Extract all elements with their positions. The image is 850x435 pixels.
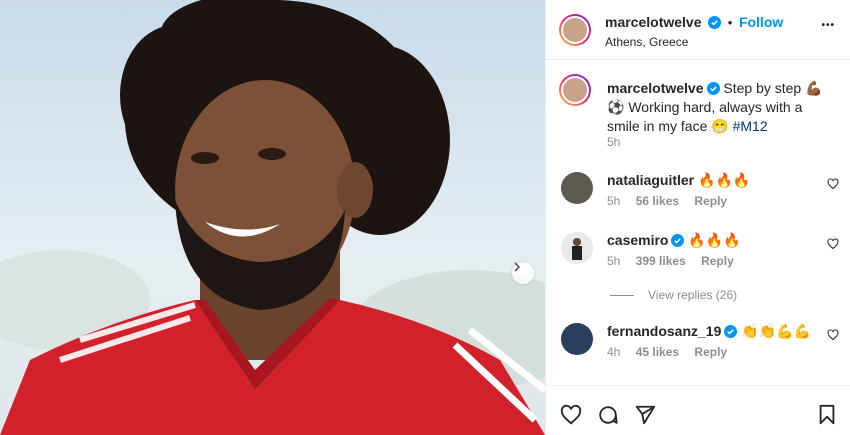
caption-hashtag[interactable]: #M12 [733, 118, 768, 134]
avatar-image [572, 238, 582, 260]
comment-text: 🔥🔥🔥 [698, 172, 751, 188]
follow-button[interactable]: Follow [739, 14, 783, 30]
comment-time[interactable]: 5h [607, 194, 620, 208]
comment-meta: 4h 45 likes Reply [607, 345, 739, 359]
post-media[interactable] [0, 0, 545, 435]
comment-body: nataliaguitler 🔥🔥🔥 [607, 172, 750, 189]
heart-icon[interactable] [827, 178, 839, 190]
comment-username[interactable]: fernandosanz_19 [607, 323, 721, 339]
author-avatar[interactable] [559, 14, 591, 46]
comment-likes[interactable]: 45 likes [636, 345, 679, 359]
heart-icon[interactable] [827, 238, 839, 250]
comment-username[interactable]: casemiro [607, 232, 668, 248]
caption: marcelotwelve Step by step 💪🏾⚽ Working h… [607, 79, 832, 136]
caption-avatar[interactable] [559, 74, 591, 106]
comment-likes[interactable]: 399 likes [636, 254, 686, 268]
view-replies-label: View replies (26) [648, 288, 738, 302]
caption-time[interactable]: 5h [607, 135, 620, 149]
comment-text: 🔥🔥🔥 [688, 232, 741, 248]
commenter-avatar[interactable] [561, 232, 593, 264]
heart-icon[interactable] [827, 329, 839, 341]
comment-time[interactable]: 5h [607, 254, 620, 268]
post-photo [0, 0, 545, 435]
comment-meta: 5h 399 likes Reply [607, 254, 746, 268]
commenter-avatar[interactable] [561, 172, 593, 204]
author-username[interactable]: marcelotwelve [605, 14, 702, 30]
comment-body: fernandosanz_19 👏👏💪💪 [607, 323, 811, 340]
next-media-button[interactable] [512, 262, 534, 284]
caption-username[interactable]: marcelotwelve [607, 80, 704, 96]
comment-reply-button[interactable]: Reply [694, 345, 727, 359]
replies-divider [610, 295, 634, 297]
separator-dot: • [727, 15, 733, 30]
heart-icon[interactable] [560, 404, 582, 426]
comment-time[interactable]: 4h [607, 345, 620, 359]
comment-username[interactable]: nataliaguitler [607, 172, 694, 188]
more-options-icon[interactable]: ••• [821, 20, 835, 31]
view-replies-button[interactable]: View replies (26) [610, 288, 737, 302]
verified-badge-icon [724, 325, 738, 338]
comment-text: 👏👏💪💪 [741, 323, 811, 339]
comment-reply-button[interactable]: Reply [701, 254, 734, 268]
share-icon[interactable] [634, 404, 656, 426]
post-panel: marcelotwelve • Follow Athens, Greece ••… [545, 0, 850, 435]
post-location[interactable]: Athens, Greece [605, 35, 688, 49]
comment-meta: 5h 56 likes Reply [607, 194, 739, 208]
comment-likes[interactable]: 56 likes [636, 194, 679, 208]
verified-badge-icon [706, 82, 720, 95]
verified-badge-icon [671, 234, 685, 247]
comment-icon[interactable] [597, 404, 619, 426]
verified-badge-icon [708, 16, 722, 29]
post-header: marcelotwelve • Follow Athens, Greece ••… [546, 0, 850, 60]
chevron-right-icon [514, 262, 521, 272]
bookmark-icon[interactable] [817, 404, 837, 426]
commenter-avatar[interactable] [561, 323, 593, 355]
comment-reply-button[interactable]: Reply [694, 194, 727, 208]
action-bar [546, 385, 850, 435]
comment-body: casemiro 🔥🔥🔥 [607, 232, 741, 249]
